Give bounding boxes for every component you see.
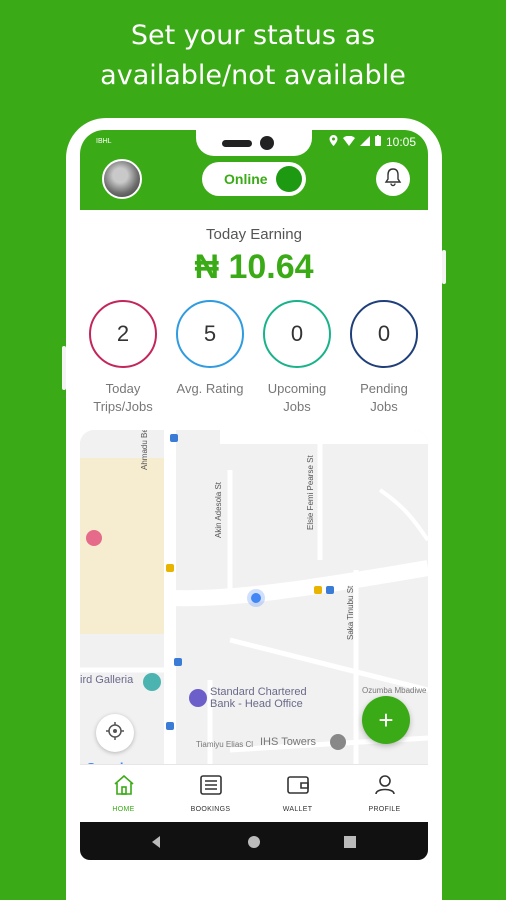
phone-frame: IBHL 10:05 Online Today Earning ₦ 10.64 … bbox=[62, 118, 446, 900]
map-label-road: Saka Tinubu St bbox=[346, 585, 355, 640]
toggle-label: Online bbox=[224, 171, 268, 187]
notifications-button[interactable] bbox=[376, 162, 410, 196]
stat-ring: 0 bbox=[350, 300, 418, 368]
plus-icon: + bbox=[378, 704, 394, 735]
nav-label: WALLET bbox=[282, 805, 313, 813]
stat-label-line-1: Upcoming bbox=[267, 381, 327, 396]
earnings-section: Today Earning ₦ 10.64 2 Today Trips/Jobs … bbox=[80, 210, 428, 430]
carrier-label: IBHL bbox=[96, 138, 112, 145]
home-icon bbox=[113, 774, 135, 800]
stat-label-line-1: Pending bbox=[360, 381, 408, 396]
bottom-navigation: HOME BOOKINGS WALLET PROFILE bbox=[80, 764, 428, 822]
profile-icon bbox=[374, 774, 396, 800]
stat-today-trips[interactable]: 2 Today Trips/Jobs bbox=[80, 300, 166, 416]
nav-wallet[interactable]: WALLET bbox=[254, 765, 341, 822]
map-label-road: Akin Adesola St bbox=[214, 481, 223, 538]
system-navigation-bar bbox=[80, 822, 428, 860]
signal-icon bbox=[359, 135, 370, 149]
wifi-icon bbox=[342, 135, 355, 149]
stat-value: 2 bbox=[116, 321, 130, 346]
home-circle-icon[interactable] bbox=[248, 835, 260, 853]
volume-button bbox=[62, 346, 66, 390]
stat-label: Pending Jobs bbox=[341, 380, 427, 416]
nav-bookings[interactable]: BOOKINGS bbox=[167, 765, 254, 822]
headline-line-2: available/not available bbox=[100, 60, 406, 91]
earnings-title: Today Earning bbox=[206, 226, 302, 243]
online-status-toggle[interactable]: Online bbox=[202, 162, 306, 196]
stat-value: 5 bbox=[203, 321, 217, 346]
nav-label: PROFILE bbox=[368, 805, 401, 813]
status-icons: 10:05 bbox=[329, 135, 416, 149]
stat-label-line-1: Avg. Rating bbox=[176, 381, 244, 396]
stat-ring: 5 bbox=[176, 300, 244, 368]
map-label-road: Elsie Femi Pearse St bbox=[306, 455, 315, 530]
list-icon bbox=[199, 774, 222, 800]
stat-pending-jobs[interactable]: 0 Pending Jobs bbox=[341, 300, 427, 416]
recents-icon[interactable] bbox=[344, 835, 356, 853]
my-location-button[interactable] bbox=[96, 714, 134, 752]
location-icon bbox=[329, 135, 338, 149]
speaker bbox=[222, 140, 252, 147]
map-label-road: Ozumba Mbadiwe bbox=[362, 686, 427, 695]
stat-value: 0 bbox=[377, 321, 391, 346]
stat-label-line-2: Jobs bbox=[283, 399, 311, 414]
stat-value: 0 bbox=[290, 321, 304, 346]
map-label-bank: Standard Chartered Bank - Head Office bbox=[210, 686, 307, 710]
battery-icon bbox=[374, 135, 381, 149]
stat-upcoming-jobs[interactable]: 0 Upcoming Jobs bbox=[254, 300, 340, 416]
camera-notch bbox=[196, 130, 312, 156]
stat-ring: 2 bbox=[89, 300, 157, 368]
back-icon[interactable] bbox=[150, 835, 162, 853]
map-label-bank-line-1: Standard Chartered bbox=[210, 686, 307, 698]
headline-line-1: Set your status as bbox=[130, 20, 376, 51]
map-label-gallery: ird Galleria bbox=[80, 674, 134, 686]
nav-label: HOME bbox=[112, 805, 135, 813]
stat-label: Avg. Rating bbox=[167, 380, 253, 398]
map-label-road: Tiamiyu Elias Cl bbox=[196, 740, 254, 749]
bell-icon bbox=[383, 167, 403, 192]
map-label-road: Ahmadu Bello Way bbox=[140, 430, 149, 470]
nav-profile[interactable]: PROFILE bbox=[341, 765, 428, 822]
earnings-value: ₦ 10.64 bbox=[194, 248, 314, 286]
app-screen: IBHL 10:05 Online Today Earning ₦ 10.64 … bbox=[80, 130, 428, 878]
wallet-icon bbox=[286, 775, 309, 800]
stat-label-line-1: Today bbox=[105, 381, 141, 396]
map-label-towers: IHS Towers bbox=[260, 736, 317, 748]
power-button bbox=[442, 250, 446, 284]
stat-label: Upcoming Jobs bbox=[254, 380, 340, 416]
stat-label: Today Trips/Jobs bbox=[80, 380, 166, 416]
clock-time: 10:05 bbox=[385, 135, 416, 149]
stat-label-line-2: Jobs bbox=[370, 399, 398, 414]
nav-label: BOOKINGS bbox=[190, 805, 231, 813]
crosshair-icon bbox=[105, 721, 125, 746]
toggle-knob bbox=[276, 166, 302, 192]
front-camera bbox=[260, 136, 274, 150]
stat-avg-rating[interactable]: 5 Avg. Rating bbox=[167, 300, 253, 398]
nav-home[interactable]: HOME bbox=[80, 765, 167, 822]
add-button[interactable]: + bbox=[362, 696, 410, 744]
avatar[interactable] bbox=[102, 159, 142, 199]
map-label-bank-line-2: Bank - Head Office bbox=[210, 698, 303, 710]
stat-ring: 0 bbox=[263, 300, 331, 368]
app-header: IBHL 10:05 Online bbox=[80, 130, 428, 210]
promo-headline: Set your status as available/not availab… bbox=[0, 16, 506, 96]
stat-label-line-2: Trips/Jobs bbox=[93, 399, 153, 414]
